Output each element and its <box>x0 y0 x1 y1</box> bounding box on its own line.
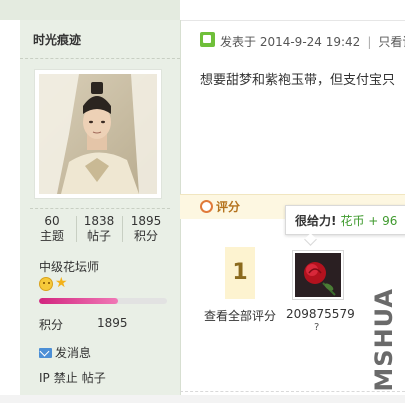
stat-posts[interactable]: 1838 帖子 <box>79 214 119 244</box>
moderation-links: IP 禁止 帖子 <box>39 369 110 386</box>
post-body-text: 想要甜梦和紫袍玉带，但支付宝只 <box>200 73 396 88</box>
stat-threads-label: 主题 <box>39 229 64 243</box>
bottom-divider <box>180 391 405 393</box>
top-strip-left <box>0 0 180 20</box>
level-progress-fill <box>39 298 119 304</box>
bottom-strip <box>0 395 405 403</box>
send-message-link[interactable]: 发消息 <box>39 344 91 361</box>
stats-divider <box>30 208 170 210</box>
rating-title: 评分 <box>216 200 241 214</box>
avatar-portrait-image <box>39 74 157 194</box>
user-group-title[interactable]: 中级花坛师 <box>39 258 99 275</box>
stat-points-value: 1895 <box>130 214 162 228</box>
author-name-divider <box>20 58 180 60</box>
stat-posts-label: 帖子 <box>86 229 111 243</box>
smiley-medal-icon <box>39 277 53 291</box>
stat-posts-value: 1838 <box>83 214 115 228</box>
ip-label: IP <box>39 371 50 385</box>
rate-circle-icon <box>200 200 213 213</box>
meta-divider: | <box>367 35 372 49</box>
points-value: 1895 <box>97 316 128 330</box>
view-all-ratings-link[interactable]: 查看全部评分 <box>204 307 276 324</box>
post-meta: 发表于 2014-9-24 19:42 | 只看该 <box>220 33 405 50</box>
level-progress-bar <box>39 298 167 304</box>
post-icon <box>200 32 215 47</box>
tooltip-comment: 很给力! <box>295 214 337 228</box>
tooltip-reward: 花币 + 96 <box>340 214 398 228</box>
rater-avatar-image <box>295 253 341 297</box>
star-medal-icon: ★ <box>55 275 68 291</box>
top-strip-right <box>180 0 405 21</box>
stat-points[interactable]: 1895 积分 <box>126 214 166 244</box>
watermark: MSHUA <box>370 288 398 392</box>
stat-divider <box>122 216 123 242</box>
author-name[interactable]: 时光痕迹 <box>33 31 81 48</box>
stat-threads-value: 60 <box>44 214 60 228</box>
stat-points-label: 积分 <box>133 229 158 243</box>
rater-name[interactable]: 209875579 <box>286 307 355 321</box>
mail-icon <box>39 348 52 358</box>
points-label: 积分 <box>39 318 64 332</box>
ban-link[interactable]: 禁止 <box>54 371 78 385</box>
rater-avatar[interactable] <box>292 250 344 300</box>
posts-link[interactable]: 帖子 <box>82 371 106 385</box>
rating-count: 1 <box>225 247 255 299</box>
stat-divider <box>76 216 77 242</box>
stat-threads[interactable]: 60 主题 <box>32 214 72 244</box>
send-message-label: 发消息 <box>55 346 92 360</box>
author-avatar[interactable] <box>34 69 162 199</box>
post-timestamp: 发表于 2014-9-24 19:42 <box>220 35 361 49</box>
view-author-only-link[interactable]: 只看该 <box>378 35 405 49</box>
rating-tooltip: 很给力! 花币 + 96 <box>285 205 405 235</box>
rater-name-overflow: ? <box>314 322 320 333</box>
